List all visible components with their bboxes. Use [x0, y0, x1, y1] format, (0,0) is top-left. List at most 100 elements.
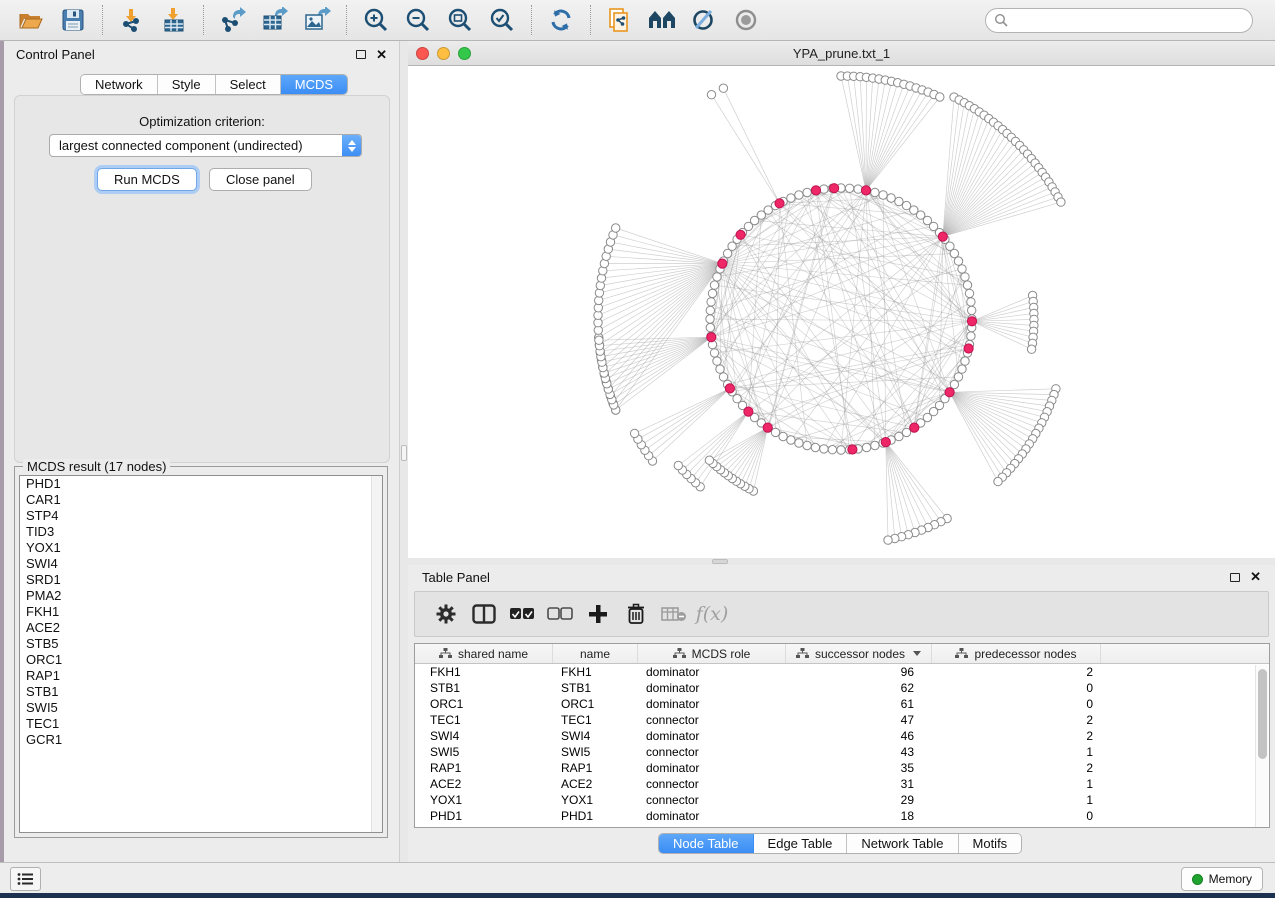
close-panel-button[interactable]: Close panel	[209, 168, 312, 191]
mcds-node-item[interactable]: ORC1	[20, 652, 382, 668]
tab-edge-table[interactable]: Edge Table	[754, 834, 848, 853]
table-row[interactable]: RAP1RAP1dominator352	[415, 760, 1269, 776]
cell-mcds-role[interactable]: dominator	[638, 665, 786, 679]
ring-node[interactable]	[965, 289, 973, 297]
cell-mcds-role[interactable]: connector	[638, 777, 786, 791]
ring-node[interactable]	[871, 188, 879, 196]
cell-name[interactable]: YOX1	[553, 793, 638, 807]
cell-shared-name[interactable]: SWI5	[415, 745, 553, 759]
cell-predecessor-nodes[interactable]: 1	[932, 777, 1101, 791]
criterion-dropdown[interactable]: largest connected component (undirected)	[49, 134, 362, 157]
cell-mcds-role[interactable]: connector	[638, 793, 786, 807]
mcds-node[interactable]	[718, 259, 727, 268]
cell-successor-nodes[interactable]: 46	[786, 729, 932, 743]
ring-node[interactable]	[706, 306, 714, 314]
tab-style[interactable]: Style	[158, 75, 216, 94]
search-input[interactable]	[1008, 10, 1252, 30]
leaf-node[interactable]	[705, 456, 713, 464]
table-row[interactable]: YOX1YOX1connector291	[415, 792, 1269, 808]
ring-node[interactable]	[811, 443, 819, 451]
refresh-button[interactable]	[546, 5, 576, 35]
leaf-node[interactable]	[612, 224, 620, 232]
mcds-node-item[interactable]: CAR1	[20, 492, 382, 508]
ring-node[interactable]	[967, 332, 975, 340]
delete-table-button[interactable]	[657, 597, 691, 631]
mcds-node-item[interactable]: GCR1	[20, 732, 382, 748]
cell-mcds-role[interactable]: connector	[638, 745, 786, 759]
mcds-node-item[interactable]: TID3	[20, 524, 382, 540]
tab-network-table[interactable]: Network Table	[847, 834, 958, 853]
mcds-node-item[interactable]: STB5	[20, 636, 382, 652]
ring-node[interactable]	[716, 365, 724, 373]
mcds-node[interactable]	[830, 184, 839, 193]
mcds-node[interactable]	[861, 186, 870, 195]
ring-node[interactable]	[706, 315, 714, 323]
network-canvas[interactable]	[408, 66, 1275, 558]
cell-predecessor-nodes[interactable]: 0	[932, 681, 1101, 695]
ring-node[interactable]	[803, 441, 811, 449]
import-network-button[interactable]	[117, 5, 147, 35]
table-settings-button[interactable]	[429, 597, 463, 631]
ring-node[interactable]	[713, 357, 721, 365]
cell-name[interactable]: STB1	[553, 681, 638, 695]
add-column-button[interactable]	[581, 597, 615, 631]
cell-successor-nodes[interactable]: 47	[786, 713, 932, 727]
cell-successor-nodes[interactable]: 35	[786, 761, 932, 775]
mcds-node-item[interactable]: PMA2	[20, 588, 382, 604]
column-visibility-button[interactable]	[467, 597, 501, 631]
leaf-node[interactable]	[674, 461, 682, 469]
ring-node[interactable]	[968, 306, 976, 314]
ring-node[interactable]	[837, 446, 845, 454]
mcds-node-item[interactable]: FKH1	[20, 604, 382, 620]
cell-predecessor-nodes[interactable]: 2	[932, 665, 1101, 679]
cell-mcds-role[interactable]: connector	[638, 713, 786, 727]
cell-successor-nodes[interactable]: 18	[786, 809, 932, 823]
cell-successor-nodes[interactable]: 43	[786, 745, 932, 759]
mcds-node[interactable]	[910, 423, 919, 432]
mcds-node-item[interactable]: STB1	[20, 684, 382, 700]
vertical-splitter[interactable]	[400, 41, 408, 862]
tab-select[interactable]: Select	[216, 75, 281, 94]
mcds-result-list[interactable]: PHD1CAR1STP4TID3YOX1SWI4SRD1PMA2FKH1ACE2…	[19, 475, 383, 833]
ring-node[interactable]	[708, 289, 716, 297]
cell-shared-name[interactable]: ACE2	[415, 777, 553, 791]
run-mcds-button[interactable]: Run MCDS	[97, 168, 197, 191]
ring-node[interactable]	[845, 184, 853, 192]
ring-node[interactable]	[967, 298, 975, 306]
delete-column-button[interactable]	[619, 597, 653, 631]
cell-predecessor-nodes[interactable]: 0	[932, 697, 1101, 711]
mcds-node[interactable]	[775, 199, 784, 208]
cell-shared-name[interactable]: RAP1	[415, 761, 553, 775]
mcds-node[interactable]	[938, 232, 947, 241]
ring-node[interactable]	[862, 443, 870, 451]
cell-mcds-role[interactable]: dominator	[638, 729, 786, 743]
mcds-node-item[interactable]: TEC1	[20, 716, 382, 732]
cell-shared-name[interactable]: YOX1	[415, 793, 553, 807]
mcds-node-item[interactable]: PHD1	[20, 476, 382, 492]
leaf-node[interactable]	[1057, 198, 1065, 206]
hide-selected-button[interactable]	[689, 5, 719, 35]
cell-predecessor-nodes[interactable]: 1	[932, 745, 1101, 759]
cell-name[interactable]: FKH1	[553, 665, 638, 679]
table-row[interactable]: PHD1PHD1dominator180	[415, 808, 1269, 824]
import-table-button[interactable]	[159, 5, 189, 35]
leaf-node[interactable]	[707, 91, 715, 99]
open-file-button[interactable]	[16, 5, 46, 35]
zoom-selected-button[interactable]	[487, 5, 517, 35]
mcds-node[interactable]	[881, 438, 890, 447]
cell-shared-name[interactable]: PHD1	[415, 809, 553, 823]
leaf-node[interactable]	[595, 336, 603, 344]
column-header-successor-nodes[interactable]: successor nodes	[786, 644, 932, 663]
cell-successor-nodes[interactable]: 29	[786, 793, 932, 807]
network-window-titlebar[interactable]: YPA_prune.txt_1	[408, 41, 1275, 66]
ring-node[interactable]	[795, 439, 803, 447]
mcds-node[interactable]	[744, 407, 753, 416]
cell-mcds-role[interactable]: dominator	[638, 761, 786, 775]
memory-button[interactable]: Memory	[1181, 867, 1263, 891]
table-row[interactable]: FKH1FKH1dominator962	[415, 664, 1269, 680]
close-panel-icon[interactable]: ✕	[1250, 572, 1261, 582]
cell-name[interactable]: RAP1	[553, 761, 638, 775]
float-panel-icon[interactable]	[1230, 573, 1240, 582]
ring-node[interactable]	[710, 281, 718, 289]
share-document-button[interactable]	[605, 5, 635, 35]
